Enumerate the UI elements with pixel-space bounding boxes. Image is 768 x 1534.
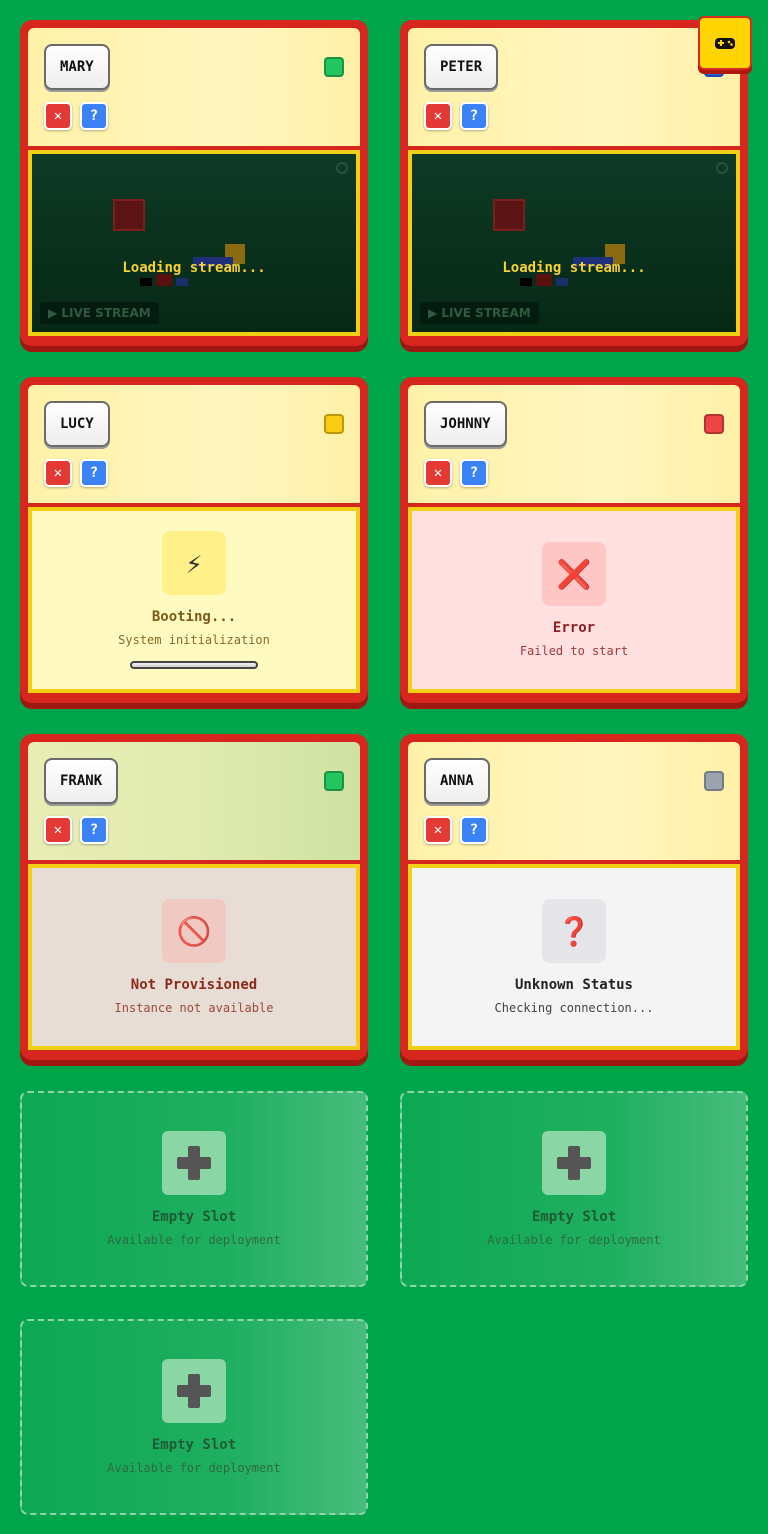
instance-name[interactable]: LUCY bbox=[44, 401, 110, 447]
card-header: ANNA ✕ ? bbox=[408, 742, 740, 860]
loading-text: Loading stream... bbox=[122, 260, 266, 276]
close-button[interactable]: ✕ bbox=[424, 102, 452, 130]
empty-slot[interactable]: Empty Slot Available for deployment bbox=[20, 1319, 368, 1515]
instance-name[interactable]: PETER bbox=[424, 44, 499, 90]
state-subtitle: Checking connection... bbox=[494, 1001, 654, 1015]
state-title: Booting... bbox=[151, 609, 237, 625]
instance-name[interactable]: FRANK bbox=[44, 758, 119, 804]
gamepad-button[interactable] bbox=[698, 16, 752, 70]
state-subtitle: Failed to start bbox=[519, 644, 629, 658]
add-icon bbox=[162, 1359, 226, 1423]
state-title: Unknown Status bbox=[514, 977, 633, 993]
close-button[interactable]: ✕ bbox=[424, 459, 452, 487]
close-button[interactable]: ✕ bbox=[44, 816, 72, 844]
status-indicator bbox=[704, 414, 724, 434]
card-header: JOHNNY ✕ ? bbox=[408, 385, 740, 503]
close-button[interactable]: ✕ bbox=[44, 102, 72, 130]
stream-pixel-art bbox=[140, 278, 152, 286]
card-header: MARY ✕ ? bbox=[28, 28, 360, 146]
error-x-icon: ❌ bbox=[542, 542, 606, 606]
close-button[interactable]: ✕ bbox=[44, 459, 72, 487]
stream-pixel-art bbox=[556, 278, 568, 286]
stream-pixel-art bbox=[176, 278, 188, 286]
close-button[interactable]: ✕ bbox=[424, 816, 452, 844]
card-header: LUCY ✕ ? bbox=[28, 385, 360, 503]
live-stream-badge: ▶ LIVE STREAM bbox=[40, 302, 159, 324]
instance-card-frank: FRANK ✕ ? 🚫 Not Provisioned Instance not… bbox=[20, 734, 368, 1060]
instance-name[interactable]: JOHNNY bbox=[424, 401, 507, 447]
unknown-status-panel: ❓ Unknown Status Checking connection... bbox=[408, 864, 740, 1050]
status-indicator bbox=[324, 771, 344, 791]
empty-slot-title: Empty Slot bbox=[151, 1437, 237, 1453]
state-title: Not Provisioned bbox=[130, 977, 258, 993]
instance-name[interactable]: MARY bbox=[44, 44, 110, 90]
help-button[interactable]: ? bbox=[460, 816, 488, 844]
instance-card-peter: PETER ✕ ? Loading stream... ▶ LIVE STREA… bbox=[400, 20, 748, 346]
empty-slot-subtitle: Available for deployment bbox=[107, 1233, 281, 1247]
instance-card-anna: ANNA ✕ ? ❓ Unknown Status Checking conne… bbox=[400, 734, 748, 1060]
gamepad-icon bbox=[715, 38, 735, 49]
stream-pixel-art bbox=[113, 199, 145, 231]
stream-pixel-art bbox=[520, 278, 532, 286]
status-indicator bbox=[324, 57, 344, 77]
instance-grid: MARY ✕ ? Loading stream... ▶ LIVE STREAM… bbox=[20, 20, 748, 1534]
instance-card-johnny: JOHNNY ✕ ? ❌ Error Failed to start bbox=[400, 377, 748, 703]
boot-progress-bar bbox=[130, 661, 258, 669]
help-button[interactable]: ? bbox=[460, 102, 488, 130]
question-icon: ❓ bbox=[542, 899, 606, 963]
help-button[interactable]: ? bbox=[80, 459, 108, 487]
state-subtitle: Instance not available bbox=[114, 1001, 274, 1015]
state-title: Error bbox=[552, 620, 596, 636]
lightning-icon: ⚡ bbox=[162, 531, 226, 595]
empty-slot-subtitle: Available for deployment bbox=[107, 1461, 281, 1475]
help-button[interactable]: ? bbox=[80, 102, 108, 130]
loading-text: Loading stream... bbox=[502, 260, 646, 276]
empty-slot-title: Empty Slot bbox=[151, 1209, 237, 1225]
empty-slot[interactable]: Empty Slot Available for deployment bbox=[20, 1091, 368, 1287]
instance-card-lucy: LUCY ✕ ? ⚡ Booting... System initializat… bbox=[20, 377, 368, 703]
prohibited-icon: 🚫 bbox=[162, 899, 226, 963]
status-indicator bbox=[324, 414, 344, 434]
status-indicator bbox=[704, 771, 724, 791]
help-button[interactable]: ? bbox=[80, 816, 108, 844]
add-icon bbox=[542, 1131, 606, 1195]
instance-card-mary: MARY ✕ ? Loading stream... ▶ LIVE STREAM bbox=[20, 20, 368, 346]
empty-slot[interactable]: Empty Slot Available for deployment bbox=[400, 1091, 748, 1287]
state-subtitle: System initialization bbox=[118, 633, 270, 647]
live-stream-badge: ▶ LIVE STREAM bbox=[420, 302, 539, 324]
add-icon bbox=[162, 1131, 226, 1195]
empty-slot-title: Empty Slot bbox=[531, 1209, 617, 1225]
help-button[interactable]: ? bbox=[460, 459, 488, 487]
instance-name[interactable]: ANNA bbox=[424, 758, 490, 804]
stream-pixel-art bbox=[493, 199, 525, 231]
empty-slot-subtitle: Available for deployment bbox=[487, 1233, 661, 1247]
refresh-icon bbox=[336, 162, 348, 174]
stream-view[interactable]: Loading stream... ▶ LIVE STREAM bbox=[28, 150, 360, 336]
booting-panel: ⚡ Booting... System initialization bbox=[28, 507, 360, 693]
not-provisioned-panel: 🚫 Not Provisioned Instance not available bbox=[28, 864, 360, 1050]
stream-view[interactable]: Loading stream... ▶ LIVE STREAM bbox=[408, 150, 740, 336]
card-header: FRANK ✕ ? bbox=[28, 742, 360, 860]
error-panel: ❌ Error Failed to start bbox=[408, 507, 740, 693]
card-header: PETER ✕ ? bbox=[408, 28, 740, 146]
refresh-icon bbox=[716, 162, 728, 174]
